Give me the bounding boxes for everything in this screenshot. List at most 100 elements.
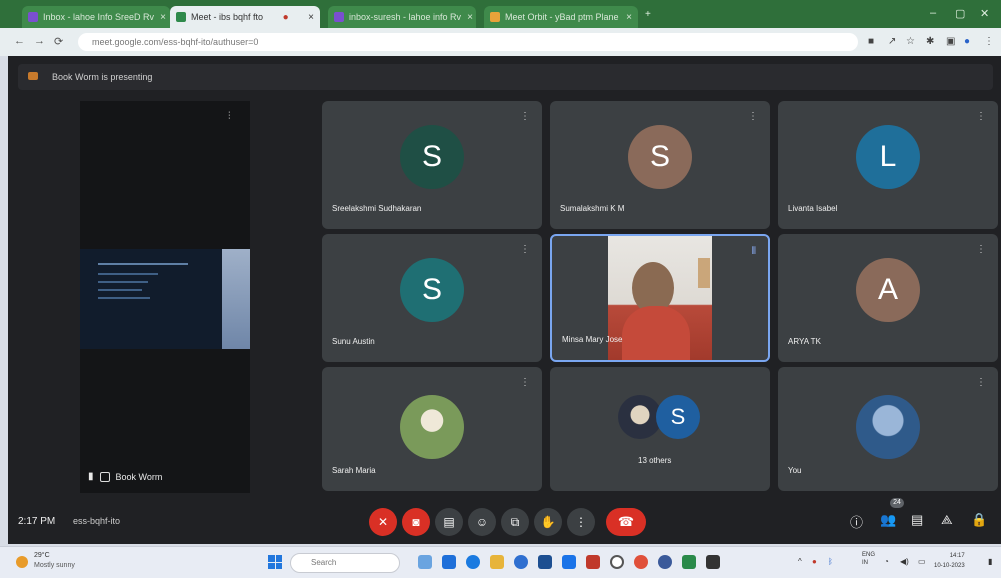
bluetooth-icon[interactable]: ᛒ [828, 557, 833, 566]
avatar-photo [856, 395, 920, 459]
screen-share-icon [99, 471, 110, 482]
close-icon[interactable]: × [302, 12, 314, 23]
window-close-icon[interactable]: ✕ [980, 7, 989, 20]
start-icon[interactable] [268, 555, 282, 569]
chat-icon[interactable]: ▤ [911, 512, 923, 528]
activities-icon[interactable]: ⟁ [941, 512, 953, 528]
tab-meet-orbit[interactable]: Meet Orbit - yBad ptm Plane × [484, 6, 638, 28]
close-icon[interactable]: × [461, 12, 473, 23]
host-controls-icon[interactable]: 🔒 [971, 512, 987, 528]
tab-inbox-1[interactable]: Inbox - lahoe Info SreeD Rv × [22, 6, 170, 28]
meet-icon[interactable] [682, 555, 696, 569]
date: 10-10-2023 [934, 563, 965, 569]
task-view-icon[interactable] [418, 555, 432, 569]
windows-taskbar: 29°C Mostly sunny ⌕ Search ^ ● ᛒ ENG IN … [0, 546, 1001, 578]
app-icon[interactable] [586, 555, 600, 569]
time: 14:17 [949, 553, 965, 559]
more-options-icon[interactable]: ⋮ [520, 377, 530, 388]
more-options-icon[interactable]: ⋮ [520, 111, 530, 122]
tab-meet[interactable]: Meet - ibs bqhf fto ● × [170, 6, 320, 28]
info-icon[interactable]: ⓘ [850, 512, 863, 531]
teams-icon[interactable] [466, 555, 480, 569]
presenter-label: ▮ Book Worm [88, 471, 162, 482]
weather-condition: Mostly sunny [34, 562, 75, 569]
more-options-icon[interactable]: ⋮ [976, 244, 986, 255]
chevron-up-icon[interactable]: ^ [798, 557, 802, 566]
taskbar-search[interactable]: Search [290, 553, 400, 573]
file-explorer-icon[interactable] [490, 555, 504, 569]
participant-name: Sarah Maria [332, 466, 376, 475]
raise-hand-icon[interactable]: ✋ [534, 508, 562, 536]
emoji-icon[interactable]: ☺ [468, 508, 496, 536]
plus-icon[interactable]: + [645, 9, 651, 20]
camera-icon[interactable]: ■ [868, 36, 874, 47]
more-options-icon[interactable]: ⋮ [520, 244, 530, 255]
mail-icon[interactable] [562, 555, 576, 569]
app-icon[interactable] [658, 555, 672, 569]
leave-call-button[interactable]: ☎ [606, 508, 646, 536]
reload-icon[interactable]: ⟳ [54, 35, 63, 48]
close-icon[interactable]: × [154, 12, 166, 23]
participant-tile[interactable]: ⋮ S Sumalakshmi K M [550, 101, 770, 229]
url-field[interactable]: meet.google.com/ess-bqhf-ito/authuser=0 [78, 33, 858, 51]
wifi-icon[interactable]: ◔ [884, 557, 889, 566]
mail-icon [334, 12, 344, 22]
sidebar-icon[interactable]: ▣ [946, 36, 955, 47]
avatar: S [400, 125, 464, 189]
battery-icon[interactable]: ▭ [918, 557, 926, 566]
more-options-icon[interactable]: ⋮ [976, 111, 986, 122]
people-icon[interactable]: 👥 [880, 512, 896, 528]
language-indicator[interactable]: ENG IN [862, 551, 875, 567]
more-options-icon[interactable]: ⋮ [567, 508, 595, 536]
more-options-icon[interactable]: ⋮ [976, 377, 986, 388]
active-speaker-tile[interactable]: ⦀ Minsa Mary Jose [550, 234, 770, 362]
browser-menu-icon[interactable]: ⋮ [984, 36, 994, 47]
presenting-icon [28, 72, 38, 80]
minimize-icon[interactable]: – [930, 7, 936, 19]
participant-tile[interactable]: ⋮ Sarah Maria [322, 367, 542, 491]
present-icon[interactable]: ⧉ [501, 508, 529, 536]
more-options-icon[interactable]: ⋮ [748, 111, 758, 122]
browser-tab-bar: Inbox - lahoe Info SreeD Rv × Meet - ibs… [0, 0, 1001, 28]
avatar: A [856, 258, 920, 322]
opera-icon[interactable] [634, 555, 648, 569]
meeting-code: ess-bqhf-ito [73, 516, 121, 526]
notification-icon[interactable]: ▮ [988, 557, 992, 566]
pin-icon[interactable]: ⫶ [228, 111, 231, 122]
terminal-icon[interactable] [706, 555, 720, 569]
share-icon[interactable]: ↗ [888, 36, 896, 47]
mic-off-icon[interactable]: ✕ [369, 508, 397, 536]
language-region: IN [862, 560, 868, 566]
extensions-icon[interactable]: ✱ [926, 36, 934, 47]
presentation-tile[interactable]: ⫶ [80, 101, 250, 493]
antivirus-icon[interactable]: ● [812, 557, 817, 566]
shared-slide [80, 249, 250, 349]
weather-icon[interactable] [16, 556, 28, 568]
forward-icon[interactable]: → [34, 35, 45, 47]
others-tile[interactable]: S 13 others [550, 367, 770, 491]
profile-icon[interactable]: ● [964, 36, 970, 47]
close-icon[interactable]: × [620, 12, 632, 23]
avatar: S [628, 125, 692, 189]
captions-icon[interactable]: ▤ [435, 508, 463, 536]
edge-icon[interactable] [442, 555, 456, 569]
participant-tile[interactable]: ⋮ A ARYA TK [778, 234, 998, 362]
participant-tile[interactable]: ⋮ S Sunu Austin [322, 234, 542, 362]
avatar: S [400, 258, 464, 322]
chrome-icon[interactable] [514, 555, 528, 569]
app-icon[interactable] [610, 555, 624, 569]
weather-temperature: 29°C [34, 552, 50, 559]
back-icon[interactable]: ← [14, 35, 25, 47]
participant-tile[interactable]: ⋮ S Sreelakshmi Sudhakaran [322, 101, 542, 229]
maximize-icon[interactable]: ▢ [955, 7, 965, 20]
camera-off-icon[interactable]: ◙ [402, 508, 430, 536]
tab-inbox-2[interactable]: inbox-suresh - lahoe info Rv × [328, 6, 476, 28]
store-icon[interactable] [538, 555, 552, 569]
volume-icon[interactable]: ◀) [900, 557, 909, 566]
page-icon [490, 12, 500, 22]
mic-icon: ▮ [88, 471, 94, 482]
star-icon[interactable]: ☆ [906, 36, 915, 47]
self-tile[interactable]: ⋮ You [778, 367, 998, 491]
participant-tile[interactable]: ⋮ L Livanta Isabel [778, 101, 998, 229]
taskbar-clock[interactable]: 14:17 10-10-2023 [934, 551, 965, 571]
